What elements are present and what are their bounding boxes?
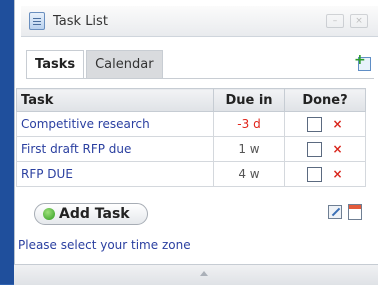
task-due: 1 w [213, 136, 285, 162]
task-name-link[interactable]: RFP DUE [16, 161, 214, 187]
done-checkbox[interactable] [307, 166, 323, 182]
tab-bar: Tasks Calendar [26, 50, 163, 78]
widget-title: Task List [53, 13, 108, 29]
task-name-link[interactable]: First draft RFP due [16, 136, 214, 162]
add-calendar-icon[interactable]: + [354, 53, 371, 71]
task-done-cell: × [284, 111, 366, 137]
table-row: Competitive research -3 d × [16, 111, 366, 137]
table-row: RFP DUE 4 w × [16, 161, 366, 187]
add-icon [43, 208, 55, 220]
edit-icon[interactable] [328, 205, 342, 219]
task-done-cell: × [284, 136, 366, 162]
task-list-icon [29, 12, 45, 30]
table-header-row: Task Due in Done? [16, 88, 366, 112]
tab-tasks[interactable]: Tasks [26, 50, 85, 78]
delete-icon[interactable]: × [332, 167, 342, 181]
calendar-icon[interactable] [348, 204, 362, 220]
task-table: Task Due in Done? Competitive research -… [16, 88, 366, 187]
column-header-task[interactable]: Task [16, 88, 214, 112]
add-task-label: Add Task [59, 206, 130, 222]
left-desktop-stripe [0, 0, 14, 284]
add-task-button[interactable]: Add Task [34, 203, 148, 225]
collapse-handle-icon[interactable] [200, 271, 208, 276]
done-checkbox[interactable] [307, 116, 323, 132]
table-row: First draft RFP due 1 w × [16, 136, 366, 162]
window-controls: – × [326, 14, 368, 28]
minimize-icon[interactable]: – [326, 14, 344, 28]
tab-calendar[interactable]: Calendar [86, 50, 163, 78]
column-header-due[interactable]: Due in [213, 88, 285, 112]
task-done-cell: × [284, 161, 366, 187]
close-icon[interactable]: × [350, 14, 368, 28]
timezone-link[interactable]: Please select your time zone [18, 238, 191, 252]
column-header-done[interactable]: Done? [284, 88, 366, 112]
delete-icon[interactable]: × [332, 117, 342, 131]
widget-titlebar: Task List – × [21, 6, 378, 37]
task-due: -3 d [213, 111, 285, 137]
delete-icon[interactable]: × [332, 142, 342, 156]
widget-bottom-bar [14, 264, 378, 285]
task-name-link[interactable]: Competitive research [16, 111, 214, 137]
task-due: 4 w [213, 161, 285, 187]
done-checkbox[interactable] [307, 141, 323, 157]
